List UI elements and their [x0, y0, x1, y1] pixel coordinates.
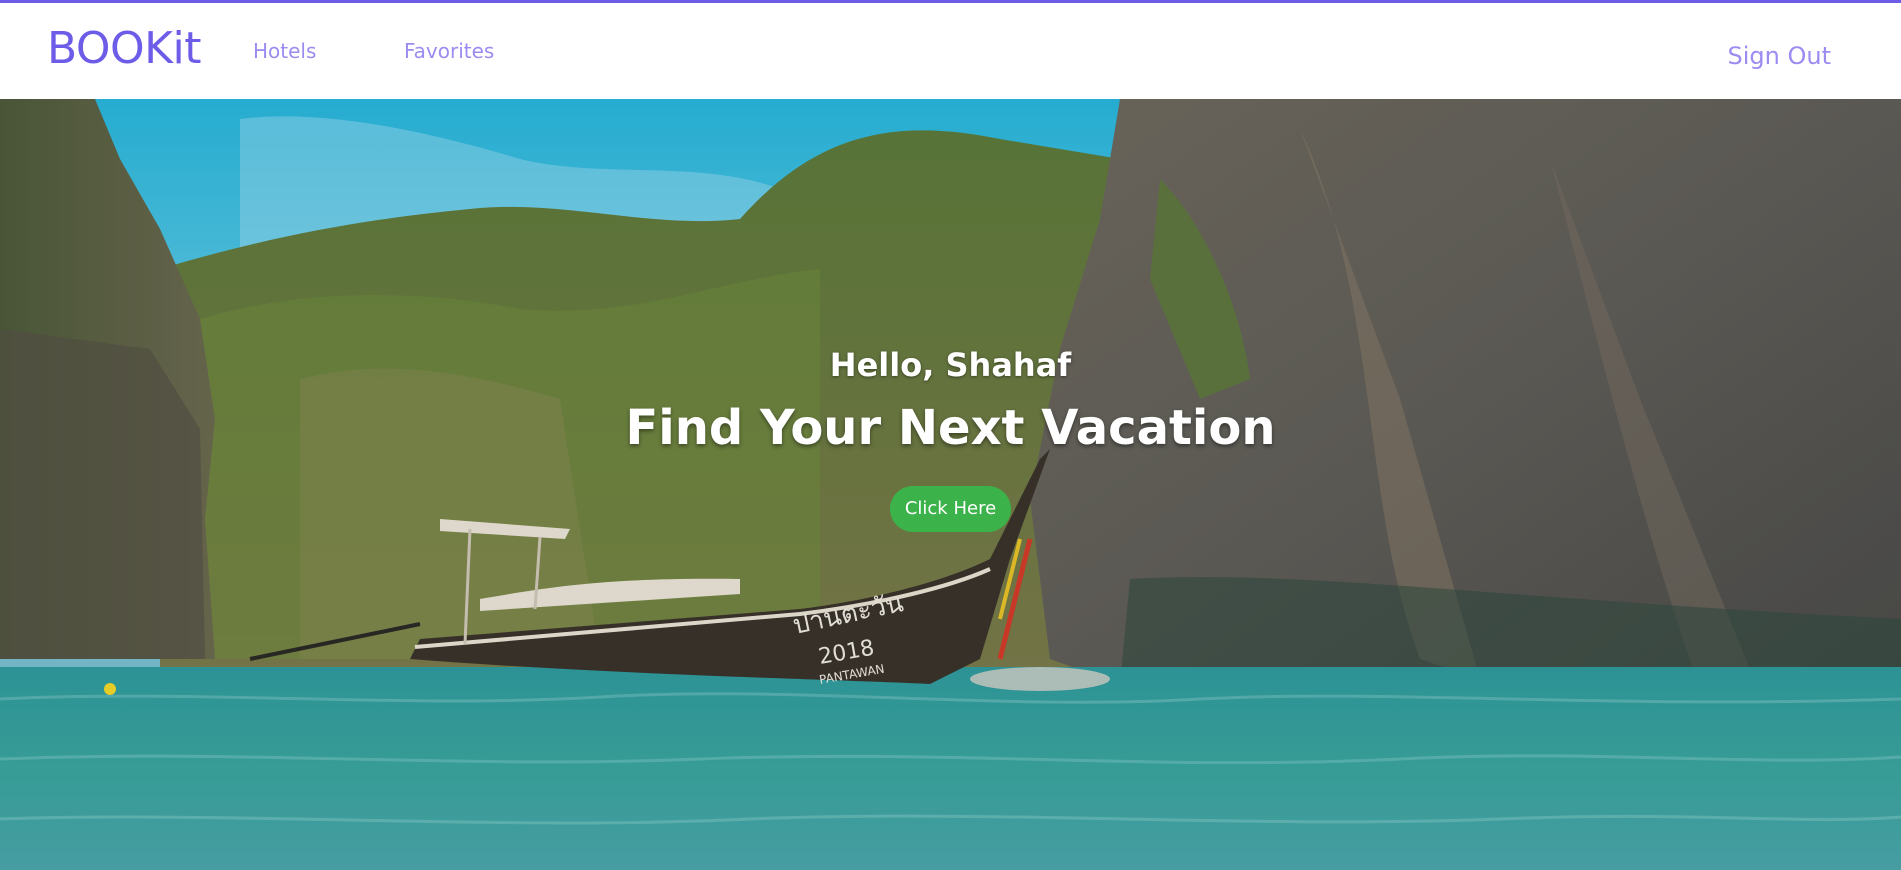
nav-link-favorites[interactable]: Favorites — [404, 39, 494, 63]
hero-headline: Find Your Next Vacation — [625, 400, 1276, 456]
hero-greeting: Hello, Shahaf — [829, 346, 1072, 384]
hero-section: ปานตะวัน 2018 PANTAWAN Hello, Shahaf Fin… — [0, 99, 1901, 870]
hero-overlay — [0, 99, 1901, 870]
nav-link-hotels[interactable]: Hotels — [253, 39, 316, 63]
navbar: BOOKit Hotels Favorites Sign Out — [0, 3, 1901, 99]
click-here-button[interactable]: Click Here — [890, 486, 1011, 532]
page: BOOKit Hotels Favorites Sign Out ปานตะวั… — [0, 0, 1901, 870]
sign-out-link[interactable]: Sign Out — [1728, 41, 1832, 71]
brand-logo[interactable]: BOOKit — [47, 21, 202, 77]
